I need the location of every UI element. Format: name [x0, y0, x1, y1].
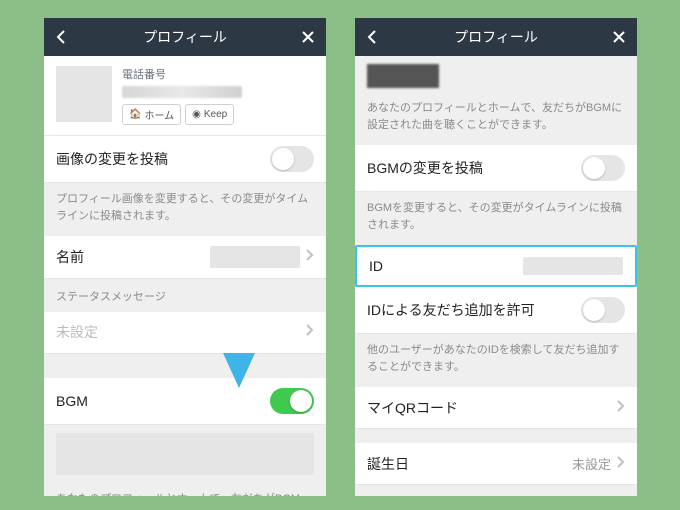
bgm-footer: あなたのプロフィールとホームで、友だちがBGM [44, 483, 326, 497]
id-label: ID [369, 258, 383, 274]
id-value-blurred [523, 257, 623, 275]
back-icon[interactable] [365, 29, 381, 45]
chevron-right-icon [306, 323, 314, 341]
post-image-change-desc: プロフィール画像を変更すると、その変更がタイムラインに投稿されます。 [44, 183, 326, 236]
post-image-change-row: 画像の変更を投稿 [44, 136, 326, 183]
nav-title: プロフィール [454, 27, 538, 47]
chevron-right-icon [306, 248, 314, 266]
chevron-right-icon [617, 399, 625, 417]
allow-add-by-id-toggle[interactable] [581, 297, 625, 323]
bgm-intro: あなたのプロフィールとホームで、友だちがBGMに設定された曲を聴くことができます… [355, 92, 637, 145]
name-label: 名前 [56, 247, 84, 267]
back-icon[interactable] [54, 29, 70, 45]
close-icon[interactable] [611, 29, 627, 45]
phone-right: プロフィール あなたのプロフィールとホームで、友だちがBGMに設定された曲を聴く… [355, 18, 637, 496]
post-image-change-label: 画像の変更を投稿 [56, 149, 168, 169]
avatar[interactable] [56, 66, 112, 122]
birthday-label: 誕生日 [367, 454, 409, 474]
post-bgm-change-desc: BGMを変更すると、その変更がタイムラインに投稿されます。 [355, 192, 637, 245]
post-bgm-change-toggle[interactable] [581, 155, 625, 181]
chevron-right-icon [617, 455, 625, 473]
phone-left: プロフィール 電話番号 🏠 ホーム ◉ Keep 画像の変更を投稿 プロ [44, 18, 326, 496]
phone-label: 電話番号 [122, 66, 314, 82]
status-header: ステータスメッセージ [44, 279, 326, 312]
name-value-blurred [210, 246, 300, 268]
post-image-change-toggle[interactable] [270, 146, 314, 172]
navbar: プロフィール [44, 18, 326, 56]
bgm-label: BGM [56, 393, 88, 409]
bgm-toggle[interactable] [270, 388, 314, 414]
home-button[interactable]: 🏠 ホーム [122, 104, 181, 125]
birthday-value: 未設定 [572, 454, 611, 473]
bgm-thumbnail[interactable] [367, 64, 439, 88]
allow-add-by-id-label: IDによる友だち追加を許可 [367, 300, 535, 320]
profile-header[interactable]: 電話番号 🏠 ホーム ◉ Keep [44, 56, 326, 136]
status-row[interactable]: 未設定 [44, 312, 326, 354]
keep-icon: ◉ [192, 109, 201, 120]
id-row[interactable]: ID [355, 245, 637, 287]
allow-add-by-id-desc: 他のユーザーがあなたのIDを検索して友だち追加することができます。 [355, 334, 637, 387]
navbar: プロフィール [355, 18, 637, 56]
nav-title: プロフィール [143, 27, 227, 47]
allow-add-by-id-row: IDによる友だち追加を許可 [355, 287, 637, 334]
birthday-row[interactable]: 誕生日 未設定 [355, 443, 637, 485]
close-icon[interactable] [300, 29, 316, 45]
qr-label: マイQRコード [367, 398, 458, 418]
qr-row[interactable]: マイQRコード [355, 387, 637, 429]
name-row[interactable]: 名前 [44, 236, 326, 279]
bgm-row: BGM [44, 378, 326, 425]
keep-button[interactable]: ◉ Keep [185, 104, 234, 125]
profile-info: 電話番号 🏠 ホーム ◉ Keep [122, 66, 314, 125]
post-bgm-change-label: BGMの変更を投稿 [367, 158, 483, 178]
bgm-preview[interactable] [56, 433, 314, 475]
home-icon: 🏠 [129, 109, 141, 120]
phone-number-blurred [122, 86, 242, 98]
status-value: 未設定 [56, 322, 98, 342]
post-bgm-change-row: BGMの変更を投稿 [355, 145, 637, 192]
